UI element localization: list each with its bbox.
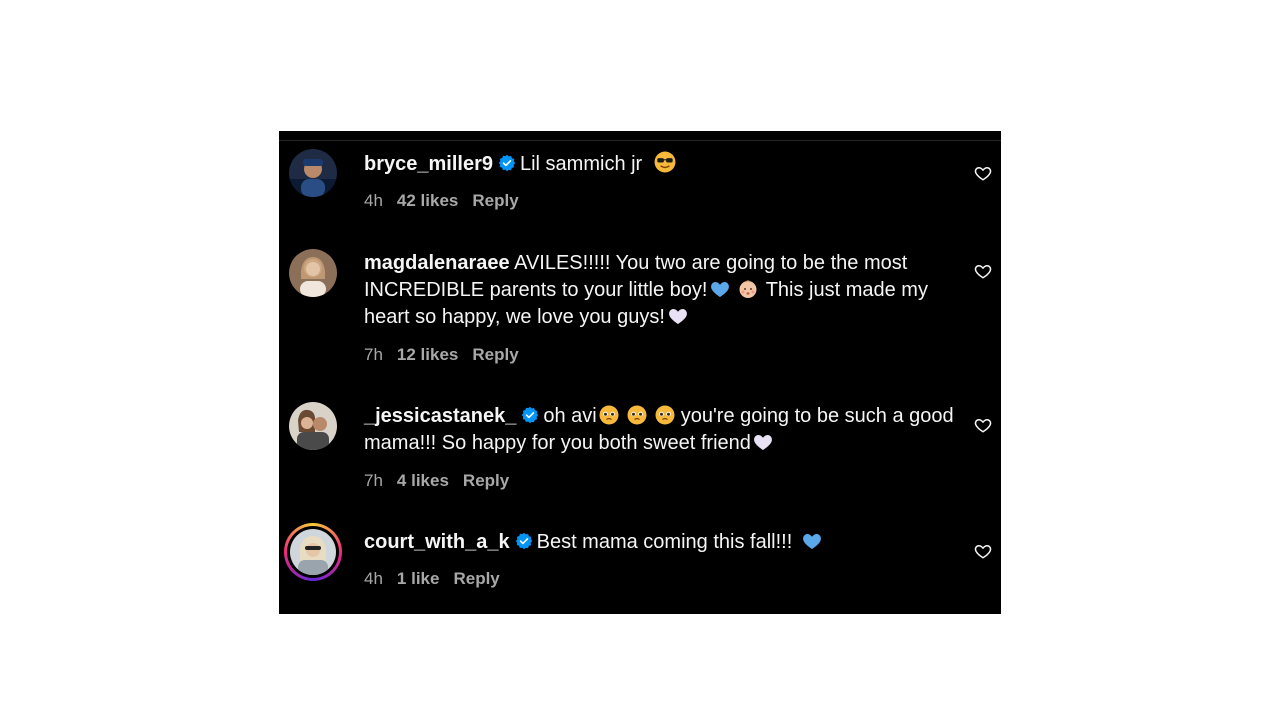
- like-heart-icon[interactable]: [974, 416, 992, 434]
- comment-meta: 4h 1 like Reply: [364, 569, 514, 589]
- comment-text: magdalenaraee AVILES!!!!! You two are go…: [364, 250, 954, 331]
- avatar[interactable]: [289, 402, 337, 450]
- username[interactable]: bryce_miller9: [364, 153, 493, 175]
- avatar-image: [290, 529, 336, 575]
- pleading-face-emoji-icon: [627, 405, 647, 425]
- blue-heart-emoji-icon: [803, 534, 822, 549]
- comment-meta: 7h 4 likes Reply: [364, 471, 523, 491]
- comment-text: court_with_a_k Best mama coming this fall…: [364, 529, 954, 556]
- avatar-image: [289, 249, 337, 297]
- avatar[interactable]: [289, 249, 337, 297]
- reply-button[interactable]: Reply: [453, 569, 499, 588]
- comments-panel: bryce_miller9 Lil sammich jr 4h 42 likes Re…: [279, 131, 1001, 614]
- like-count[interactable]: 42 likes: [397, 191, 458, 210]
- avatar[interactable]: [289, 149, 337, 197]
- like-heart-icon[interactable]: [974, 262, 992, 280]
- like-count[interactable]: 1 like: [397, 569, 440, 588]
- pleading-face-emoji-icon: [599, 405, 619, 425]
- reply-button[interactable]: Reply: [472, 191, 518, 210]
- white-heart-emoji-icon: [753, 435, 772, 450]
- baby-emoji-icon: [739, 280, 757, 298]
- comment-body: oh avi: [543, 405, 597, 427]
- comment-meta: 4h 42 likes Reply: [364, 191, 533, 211]
- timestamp: 4h: [364, 569, 383, 588]
- like-heart-icon[interactable]: [974, 542, 992, 560]
- like-count[interactable]: 4 likes: [397, 471, 449, 490]
- avatar-image: [289, 149, 337, 197]
- avatar-story-ring[interactable]: [284, 523, 342, 581]
- like-heart-icon[interactable]: [974, 164, 992, 182]
- comment-body: Lil sammich jr: [519, 153, 643, 175]
- comment-text: bryce_miller9 Lil sammich jr: [364, 151, 954, 178]
- comment-text: _jessicastanek_ oh avi you're going to be …: [364, 403, 954, 457]
- avatar-image: [289, 402, 337, 450]
- reply-button[interactable]: Reply: [463, 471, 509, 490]
- verified-badge-icon: [498, 154, 516, 172]
- username[interactable]: _jessicastanek_: [364, 405, 516, 427]
- divider: [279, 140, 1001, 141]
- reply-button[interactable]: Reply: [472, 345, 518, 364]
- pleading-face-emoji-icon: [655, 405, 675, 425]
- verified-badge-icon: [515, 532, 532, 550]
- comment-meta: 7h 12 likes Reply: [364, 345, 533, 365]
- like-count[interactable]: 12 likes: [397, 345, 458, 364]
- timestamp: 7h: [364, 345, 383, 364]
- timestamp: 7h: [364, 471, 383, 490]
- sunglasses-face-emoji-icon: [654, 151, 676, 173]
- verified-badge-icon: [522, 406, 539, 424]
- comment-body: Best mama coming this fall!!!: [536, 531, 793, 553]
- blue-heart-emoji-icon: [711, 282, 730, 297]
- timestamp: 4h: [364, 191, 383, 210]
- username[interactable]: court_with_a_k: [364, 531, 510, 553]
- white-heart-emoji-icon: [669, 309, 687, 324]
- username[interactable]: magdalenaraee: [364, 252, 510, 274]
